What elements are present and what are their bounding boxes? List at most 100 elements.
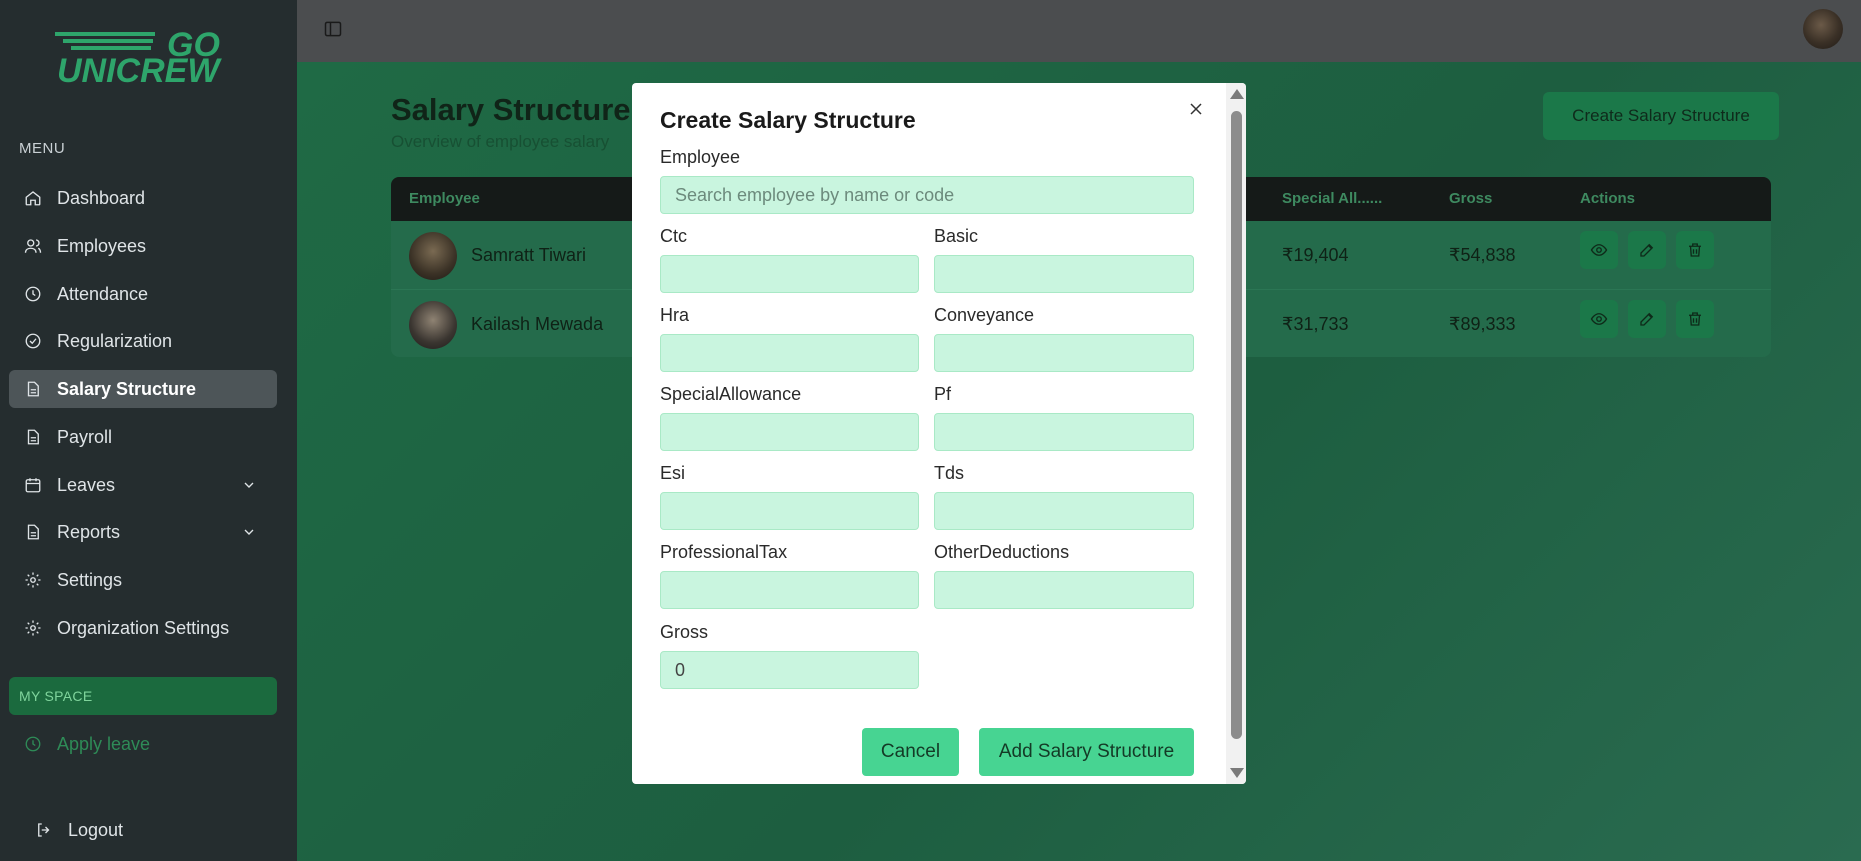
- ctc-label: Ctc: [660, 226, 687, 246]
- brand-logo: GO UNICREW: [55, 26, 222, 84]
- sidebar-item-regularization[interactable]: Regularization: [9, 322, 277, 360]
- page-title: Salary Structure: [391, 92, 631, 127]
- tds-input[interactable]: [934, 492, 1194, 530]
- add-salary-structure-button[interactable]: Add Salary Structure: [979, 728, 1194, 776]
- sidebar-item-payroll[interactable]: Payroll: [9, 418, 277, 456]
- eye-icon: [1590, 313, 1608, 325]
- document-icon: [23, 427, 43, 447]
- sidebar-item-settings[interactable]: Settings: [9, 561, 277, 599]
- hra-input[interactable]: [660, 334, 919, 372]
- calendar-icon: [23, 475, 43, 495]
- sidebar-item-label: Settings: [57, 569, 123, 590]
- create-salary-structure-modal: Create Salary Structure Employee Search …: [632, 83, 1246, 784]
- employee-name: Kailash Mewada: [471, 314, 604, 334]
- logo-bottom-text: UNICREW: [57, 52, 222, 84]
- top-bar: [297, 0, 1861, 62]
- create-salary-structure-button[interactable]: Create Salary Structure: [1543, 92, 1779, 140]
- professional-tax-input[interactable]: [660, 571, 919, 609]
- avatar: [409, 301, 457, 349]
- basic-label: Basic: [934, 226, 979, 246]
- employee-label: Employee: [660, 147, 741, 167]
- document-icon: [23, 379, 43, 399]
- special-allowance-cell: ₹31,733: [1282, 314, 1349, 334]
- gear-icon: [23, 618, 43, 638]
- edit-button[interactable]: [1628, 231, 1666, 269]
- column-header: Gross: [1449, 190, 1493, 207]
- clock-icon: [23, 284, 43, 304]
- delete-button[interactable]: [1676, 300, 1714, 338]
- my-space-heading: MY SPACE: [9, 677, 277, 715]
- scroll-down-arrow-icon[interactable]: [1230, 768, 1244, 778]
- pf-input[interactable]: [934, 413, 1194, 451]
- pf-label: Pf: [934, 384, 952, 404]
- sidebar-item-leaves[interactable]: Leaves: [9, 466, 277, 504]
- employee-search-input[interactable]: Search employee by name or code: [660, 176, 1194, 214]
- sidebar-item-reports[interactable]: Reports: [9, 513, 277, 551]
- gear-icon: [23, 570, 43, 590]
- other-deductions-input[interactable]: [934, 571, 1194, 609]
- special-allowance-label: SpecialAllowance: [660, 384, 802, 404]
- modal-title: Create Salary Structure: [660, 107, 916, 133]
- chevron-down-icon[interactable]: [241, 477, 257, 493]
- hra-label: Hra: [660, 305, 690, 325]
- column-header: Actions: [1580, 190, 1636, 207]
- view-button[interactable]: [1580, 300, 1618, 338]
- sidebar-item-apply-leave[interactable]: Apply leave: [9, 725, 277, 763]
- sidebar-item-label: Attendance: [57, 283, 149, 304]
- user-avatar[interactable]: [1803, 9, 1843, 49]
- esi-input[interactable]: [660, 492, 919, 530]
- menu-heading: MENU: [19, 140, 66, 157]
- home-icon: [23, 188, 43, 208]
- delete-button[interactable]: [1676, 231, 1714, 269]
- employee-name: Samratt Tiwari: [471, 245, 587, 265]
- edit-icon: [1640, 312, 1654, 326]
- cancel-button[interactable]: Cancel: [862, 728, 959, 776]
- scrollbar-thumb[interactable]: [1231, 111, 1242, 739]
- scroll-up-arrow-icon[interactable]: [1230, 89, 1244, 99]
- view-button[interactable]: [1580, 231, 1618, 269]
- sidebar-item-label: Regularization: [57, 330, 173, 351]
- sidebar-toggle-icon[interactable]: [323, 19, 343, 39]
- chevron-down-icon[interactable]: [241, 524, 257, 540]
- edit-button[interactable]: [1628, 300, 1666, 338]
- column-header: Employee: [409, 190, 480, 207]
- page-subtitle: Overview of employee salary: [391, 132, 610, 151]
- ctc-input[interactable]: [660, 255, 919, 293]
- basic-input[interactable]: [934, 255, 1194, 293]
- gross-cell: ₹89,333: [1449, 314, 1516, 334]
- avatar: [409, 232, 457, 280]
- professional-tax-label: ProfessionalTax: [660, 542, 788, 562]
- other-deductions-label: OtherDeductions: [934, 542, 1070, 562]
- users-icon: [23, 236, 43, 256]
- sidebar-item-label: Payroll: [57, 426, 113, 447]
- gross-input[interactable]: 0: [660, 651, 919, 689]
- sidebar-item-organization-settings[interactable]: Organization Settings: [9, 609, 277, 647]
- sidebar-item-salary-structure[interactable]: Salary Structure: [9, 370, 277, 408]
- special-allowance-cell: ₹19,404: [1282, 245, 1349, 265]
- gross-label: Gross: [660, 622, 709, 642]
- edit-icon: [1640, 243, 1654, 257]
- trash-icon: [1689, 243, 1701, 257]
- tds-label: Tds: [934, 463, 965, 483]
- gross-cell: ₹54,838: [1449, 245, 1516, 265]
- sidebar-item-label: Dashboard: [57, 187, 146, 208]
- sidebar: GO UNICREW MENU Dashboard Employees Atte…: [0, 0, 297, 861]
- sidebar-item-label: Organization Settings: [57, 617, 230, 638]
- document-icon: [23, 522, 43, 542]
- conveyance-label: Conveyance: [934, 305, 1035, 325]
- close-icon[interactable]: [1186, 99, 1206, 119]
- sidebar-item-label: Leaves: [57, 474, 116, 495]
- sidebar-item-attendance[interactable]: Attendance: [9, 275, 277, 313]
- sidebar-item-label: Reports: [57, 521, 121, 542]
- sidebar-item-dashboard[interactable]: Dashboard: [9, 179, 277, 217]
- esi-label: Esi: [660, 463, 686, 483]
- eye-icon: [1590, 244, 1608, 256]
- modal-scrollbar[interactable]: [1226, 83, 1246, 784]
- clock-icon: [23, 734, 43, 754]
- conveyance-input[interactable]: [934, 334, 1194, 372]
- trash-icon: [1689, 312, 1701, 326]
- logout-button[interactable]: Logout: [20, 811, 288, 849]
- logout-label: Logout: [68, 819, 124, 840]
- sidebar-item-employees[interactable]: Employees: [9, 227, 277, 265]
- special-allowance-input[interactable]: [660, 413, 919, 451]
